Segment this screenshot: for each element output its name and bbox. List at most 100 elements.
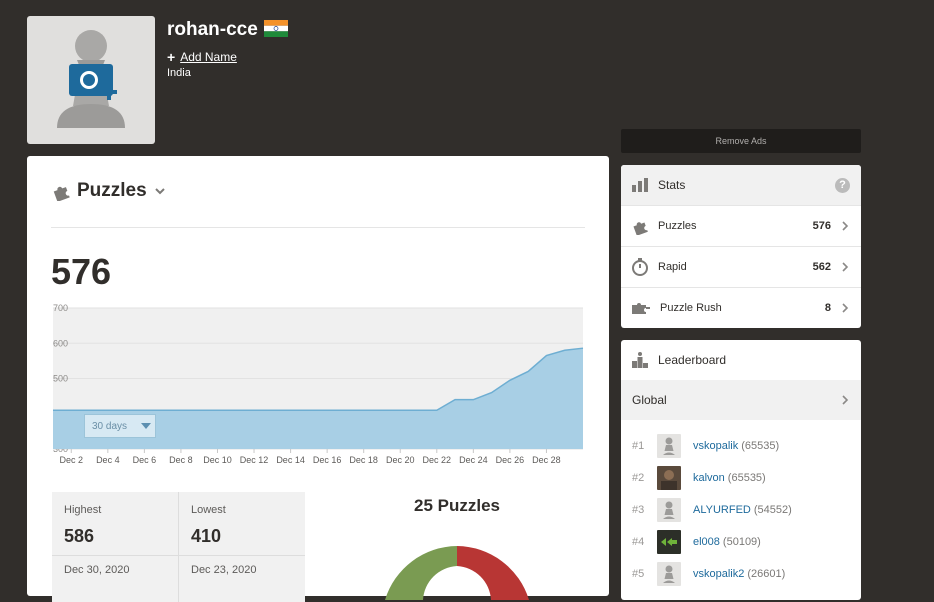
chevron-right-icon (842, 303, 849, 313)
x-tick-label: Dec 16 (313, 455, 342, 465)
rating-extremes: Highest 586 Dec 30, 2020 Lowest 410 Dec … (52, 492, 305, 602)
chevron-right-icon (842, 262, 849, 272)
lowest-value: 410 (191, 526, 222, 546)
x-tick-label: Dec 10 (203, 455, 232, 465)
y-tick-label: 500 (53, 374, 68, 384)
highest-label: Highest (64, 504, 102, 516)
current-rating: 576 (51, 251, 112, 292)
player-name-link[interactable]: ALYURFED (693, 504, 751, 516)
leaderboard-row[interactable]: #3 ALYURFED (54552) (621, 494, 861, 526)
rating-history-chart: 700600500400300Dec 2Dec 4Dec 6Dec 8Dec 1… (53, 303, 584, 465)
highest-stat: Highest 586 Dec 30, 2020 (52, 492, 179, 602)
podium-icon (632, 352, 648, 368)
photo-avatar-icon (657, 466, 681, 490)
rank-label: #4 (632, 536, 645, 548)
leaderboard-scope-global[interactable]: Global (621, 380, 861, 420)
help-icon[interactable]: ? (835, 177, 850, 193)
divider (179, 555, 305, 556)
donut-segment (457, 546, 529, 600)
y-tick-label: 700 (53, 303, 68, 313)
player-score: (26601) (747, 568, 786, 580)
leaderboard-title: Leaderboard (658, 353, 727, 367)
x-tick-label: Dec 22 (423, 455, 452, 465)
pawn-camera-icon (57, 30, 125, 128)
puzzles-card: Puzzles 576 700600500400300Dec 2Dec 4Dec… (27, 156, 609, 602)
profile-country: India (167, 67, 191, 79)
leaderboard-header: Leaderboard (621, 340, 861, 380)
stats-row-value: 576 (812, 220, 831, 232)
lowest-date: Dec 23, 2020 (191, 564, 257, 576)
stats-row-puzzles[interactable]: Puzzles 576 (621, 206, 861, 247)
lowest-stat: Lowest 410 Dec 23, 2020 (179, 492, 305, 602)
lowest-label: Lowest (191, 504, 226, 516)
player-name-link[interactable]: kalvon (693, 472, 725, 484)
add-name-label: Add Name (180, 50, 237, 64)
card-title: Puzzles (77, 180, 147, 201)
range-dropdown[interactable]: 30 days (84, 414, 156, 438)
india-flag-icon (264, 20, 288, 37)
divider (51, 227, 585, 228)
pawn-avatar-icon (657, 562, 681, 586)
y-tick-label: 600 (53, 338, 68, 348)
rank-label: #1 (632, 440, 645, 452)
stats-row-label: Rapid (658, 261, 687, 273)
player-score: (50109) (722, 536, 761, 548)
player-name-link[interactable]: vskopalik2 (693, 568, 744, 580)
stats-panel: Stats ? Puzzles 576 Rapid 562 Puzzle Rus… (621, 165, 861, 328)
leaderboard-row[interactable]: #2 kalvon (65535) (621, 462, 861, 494)
stats-title: Stats (658, 178, 686, 192)
profile-avatar[interactable] (27, 16, 155, 144)
stats-row-value: 8 (824, 302, 831, 314)
x-tick-label: Dec 4 (96, 455, 120, 465)
player-name-link[interactable]: el008 (693, 536, 720, 548)
x-tick-label: Dec 24 (459, 455, 488, 465)
divider (52, 555, 178, 556)
player-score: (65535) (727, 472, 766, 484)
x-tick-label: Dec 28 (532, 455, 561, 465)
rank-label: #3 (632, 504, 645, 516)
chevron-right-icon (842, 221, 849, 231)
stats-row-label: Puzzle Rush (660, 302, 722, 314)
leaderboard-panel: Leaderboard Global #1 vskopalik (65535) … (621, 340, 861, 600)
remove-ads-button[interactable]: Remove Ads (621, 129, 861, 153)
player-name-link[interactable]: vskopalik (693, 440, 738, 452)
x-tick-label: Dec 14 (276, 455, 305, 465)
player-score: (54552) (753, 504, 792, 516)
leaderboard-row[interactable]: #1 vskopalik (65535) (621, 430, 861, 462)
caret-down-icon (141, 423, 152, 429)
add-name-button[interactable]: + Add Name (167, 49, 237, 65)
puzzle-piece-icon (633, 222, 648, 235)
donut-segment (385, 546, 457, 600)
pawn-avatar-icon (657, 434, 681, 458)
puzzle-rush-icon (632, 303, 650, 314)
leaderboard-list: #1 vskopalik (65535) #2 kalvon (65535) #… (621, 420, 861, 590)
plus-icon: + (167, 49, 176, 65)
range-label: 30 days (92, 420, 128, 432)
x-tick-label: Dec 20 (386, 455, 415, 465)
player-score: (65535) (741, 440, 780, 452)
stats-row-label: Puzzles (658, 220, 697, 232)
leaderboard-row[interactable]: #5 vskopalik2 (26601) (621, 558, 861, 590)
stats-row-puzzle-rush[interactable]: Puzzle Rush 8 (621, 288, 861, 328)
rank-label: #2 (632, 472, 645, 484)
highest-date: Dec 30, 2020 (64, 564, 130, 576)
highest-value: 586 (64, 526, 95, 546)
game-type-dropdown[interactable]: Puzzles (51, 180, 167, 202)
stopwatch-icon (632, 258, 648, 276)
x-tick-label: Dec 26 (496, 455, 525, 465)
chevron-down-icon (154, 188, 165, 195)
rank-label: #5 (632, 568, 645, 580)
x-tick-label: Dec 6 (133, 455, 157, 465)
pawn-avatar-icon (657, 498, 681, 522)
chevron-right-icon (842, 395, 849, 405)
puzzles-count: 25 Puzzles (414, 496, 500, 515)
stats-row-value: 562 (812, 261, 831, 273)
profile-username: rohan-cce (167, 19, 258, 40)
x-tick-label: Dec 2 (60, 455, 84, 465)
leaderboard-row[interactable]: #4 el008 (50109) (621, 526, 861, 558)
x-tick-label: Dec 8 (169, 455, 193, 465)
arrows-avatar-icon (657, 530, 681, 554)
stats-row-rapid[interactable]: Rapid 562 (621, 247, 861, 288)
puzzle-piece-icon (53, 186, 70, 201)
scope-label: Global (632, 393, 667, 407)
